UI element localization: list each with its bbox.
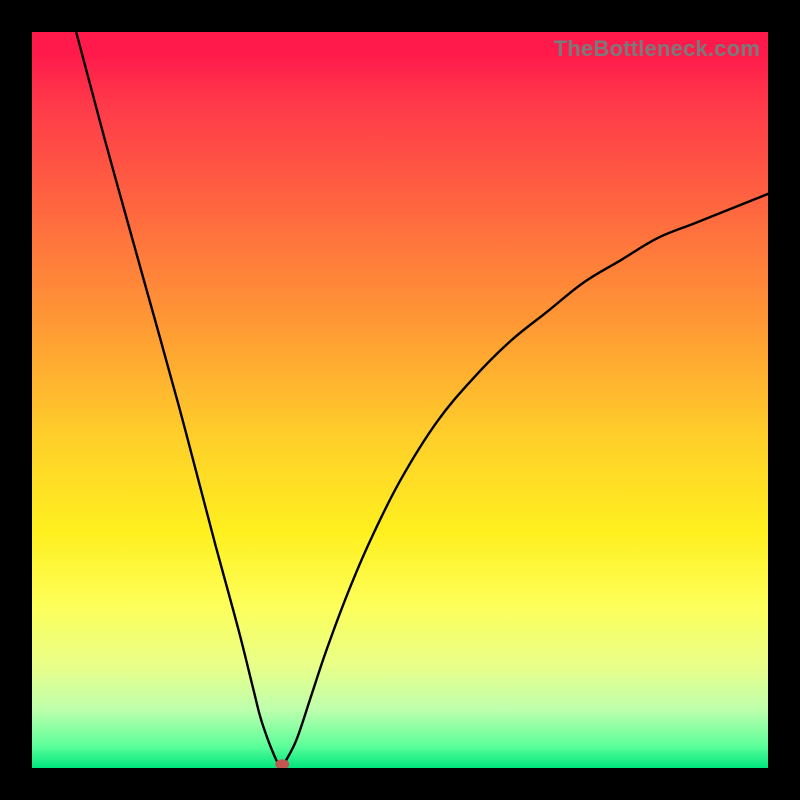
curve-left	[76, 32, 278, 764]
curve-svg	[32, 32, 768, 768]
curve-right	[286, 194, 768, 761]
chart-frame: TheBottleneck.com	[0, 0, 800, 800]
plot-area: TheBottleneck.com	[32, 32, 768, 768]
